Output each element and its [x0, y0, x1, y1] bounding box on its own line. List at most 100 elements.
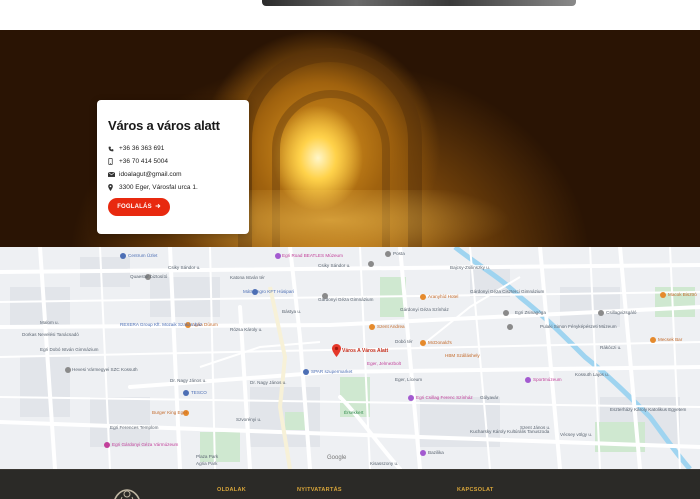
poi-post-icon[interactable] [385, 251, 391, 257]
destination-label[interactable]: Város A Város Alatt [342, 348, 388, 354]
page: Város a város alatt +36 36 363 691 +36 7… [0, 0, 700, 499]
embedded-map[interactable]: Csiky Sándor u. Csiky Sándor u. Katona I… [0, 247, 700, 469]
map-poi-label[interactable]: Eger, Líceum [395, 377, 422, 382]
map-poi-label[interactable]: Gólyavár [480, 395, 498, 400]
poi-theatre-icon[interactable] [408, 395, 414, 401]
map-poi-label[interactable]: Egri Gárdonyi Géza Vármúzeum [112, 442, 178, 447]
map-poi-label[interactable]: Sportmúzeum [533, 377, 562, 382]
map-poi-label[interactable]: Bazilika [428, 450, 444, 455]
poi-food-icon[interactable] [369, 324, 375, 330]
footer-heading-pages: OLDALAK [217, 487, 246, 493]
arrow-right-icon [155, 203, 161, 211]
poi-hotel-icon[interactable] [420, 294, 426, 300]
poi-generic-icon[interactable] [507, 324, 513, 330]
poi-supermarket-icon[interactable] [183, 390, 189, 396]
map-streets [0, 247, 700, 469]
footer-heading-contact: KAPCSOLAT [457, 487, 494, 493]
map-poi-label[interactable]: HBM Szálláshely [445, 353, 480, 358]
phone-row-2[interactable]: +36 70 414 5004 [108, 155, 238, 168]
map-street-label: Rózsa Károly u. [230, 327, 263, 332]
logo-icon[interactable] [110, 488, 144, 499]
map-poi-label[interactable]: Kucharsky Károly Kultúrális Tanuszoda [470, 429, 549, 434]
venue-info-card: Város a város alatt +36 36 363 691 +36 7… [97, 100, 249, 234]
phone-icon [108, 146, 117, 152]
map-street-label: Vécsey völgy u. [560, 432, 593, 437]
poi-food-icon[interactable] [660, 292, 666, 298]
footer-heading-opening-hours: NYITVATARTÁS [297, 487, 342, 493]
map-street-label: Bástya u. [282, 309, 302, 314]
map-street-label: Kisasszony u. [370, 461, 399, 466]
phone-number-1[interactable]: +36 36 363 691 [119, 145, 164, 152]
map-marker-icon [108, 184, 117, 191]
map-poi-label[interactable]: Hevesi Vármegyei SZC Kossuth [72, 367, 138, 372]
map-poi-label[interactable]: Egri Csillag Ferenc Színház [416, 395, 473, 400]
map-poi-label[interactable]: Érsekkert [344, 410, 363, 415]
poi-generic-icon[interactable] [368, 261, 374, 267]
map-poi-label[interactable]: McDonald's [428, 340, 452, 345]
map-poi-label[interactable]: TESCO [191, 390, 207, 395]
poi-shopping-icon[interactable] [120, 253, 126, 259]
poi-museum-icon[interactable] [525, 377, 531, 383]
top-strip [0, 0, 700, 30]
poi-church-icon[interactable] [420, 450, 426, 456]
map-poi-label[interactable]: Quaestor biztosító [130, 274, 167, 279]
phone-number-2[interactable]: +36 70 414 5004 [119, 158, 168, 165]
map-street-label: Csiky Sándor u. [168, 265, 201, 270]
map-poi-label[interactable]: Posta [393, 251, 405, 256]
map-street-label: Katona István tér [230, 275, 265, 280]
map-poi-label[interactable]: Egri Zsinagóga [515, 310, 546, 315]
map-street-label: Szvorényi u. [236, 417, 262, 422]
map-poi-label[interactable]: Mátra-Agro KFT Húsipari [243, 289, 294, 294]
map-street-label: Kossuth Lajos u. [575, 372, 609, 377]
street-address: 3300 Eger, Városfal urca 1. [119, 184, 198, 191]
map-poi-label[interactable]: Eger, Jelmezbolt [367, 361, 401, 366]
map-poi-label[interactable]: Aranyhíd Hotel [428, 294, 458, 299]
map-street-label: Dr. Nagy János u. [170, 378, 207, 383]
map-poi-label[interactable]: Eszterházy Károly Katolikus Egyetem [610, 407, 686, 412]
mobile-phone-icon [108, 158, 117, 165]
map-poi-label[interactable]: Dobó tér [395, 339, 413, 344]
poi-food-icon[interactable] [420, 340, 426, 346]
map-poi-label[interactable]: Egri Dobó István Gimnázium [40, 347, 98, 352]
poi-museum-icon[interactable] [275, 253, 281, 259]
venue-title: Város a város alatt [108, 118, 220, 133]
map-poi-label[interactable]: Pulaki Simon Fényképészeti Múzeum [540, 324, 617, 329]
map-poi-label[interactable]: Csillagvizsgáló [606, 310, 636, 315]
poi-supermarket-icon[interactable] [303, 369, 309, 375]
map-poi-label[interactable]: Egri Ferences Templom [110, 425, 158, 430]
map-poi-label[interactable]: Gárdonyi Géza Gimnázium [318, 297, 373, 302]
map-poi-label[interactable]: Egri Road BEATLES Múzeum [282, 253, 343, 258]
poi-generic-icon[interactable] [503, 310, 509, 316]
map-street-label: Bajcsy-Zsilinszky u. [450, 265, 491, 270]
map-street-label: Dr. Nagy János u. [250, 380, 287, 385]
google-attribution: Google [327, 455, 347, 461]
map-poi-label[interactable]: Dorkas Nevelési Tanácsadó [22, 332, 79, 337]
map-poi-label[interactable]: Mecsek Bar [658, 337, 682, 342]
poi-school-icon[interactable] [65, 367, 71, 373]
map-poi-label[interactable]: SPAR szupermarket [311, 369, 352, 374]
map-poi-label[interactable]: Gárdonyi Géza Színház [400, 307, 449, 312]
booking-button[interactable]: FOGLALÁS [108, 198, 170, 216]
map-poi-label[interactable]: Burger King Eger [152, 410, 187, 415]
envelope-icon [108, 172, 117, 177]
map-street-label: Csiky Sándor u. [318, 263, 351, 268]
poi-museum-icon[interactable] [104, 442, 110, 448]
poi-food-icon[interactable] [650, 337, 656, 343]
map-poi-label[interactable]: Centrum Üzlet [128, 253, 157, 258]
map-poi-label[interactable]: Gárdonyi Géza Ciszterci Gimnázium [470, 289, 544, 294]
email-address[interactable]: idoalagut@gmail.com [119, 171, 182, 178]
map-street-label: Rákóczi u. [600, 345, 622, 350]
map-street-label: Malom u. [40, 320, 59, 325]
map-poi-label[interactable]: REXERA Group Kft. Mozaik Szakáruház [120, 322, 202, 327]
map-poi-label[interactable]: Macok Bisztró [668, 292, 697, 297]
map-poi-label[interactable]: Agria Park [196, 461, 217, 466]
phone-row-1[interactable]: +36 36 363 691 [108, 142, 238, 155]
email-row[interactable]: idoalagut@gmail.com [108, 168, 238, 181]
hero-tunnel-image: Város a város alatt +36 36 363 691 +36 7… [0, 30, 700, 247]
map-poi-label[interactable]: Szent Andrea [377, 324, 405, 329]
site-footer: OLDALAK NYITVATARTÁS KAPCSOLAT [0, 469, 700, 499]
map-poi-label[interactable]: Plaza Park [196, 454, 218, 459]
previous-section-image [262, 0, 576, 6]
booking-button-label: FOGLALÁS [117, 204, 152, 210]
poi-generic-icon[interactable] [598, 310, 604, 316]
